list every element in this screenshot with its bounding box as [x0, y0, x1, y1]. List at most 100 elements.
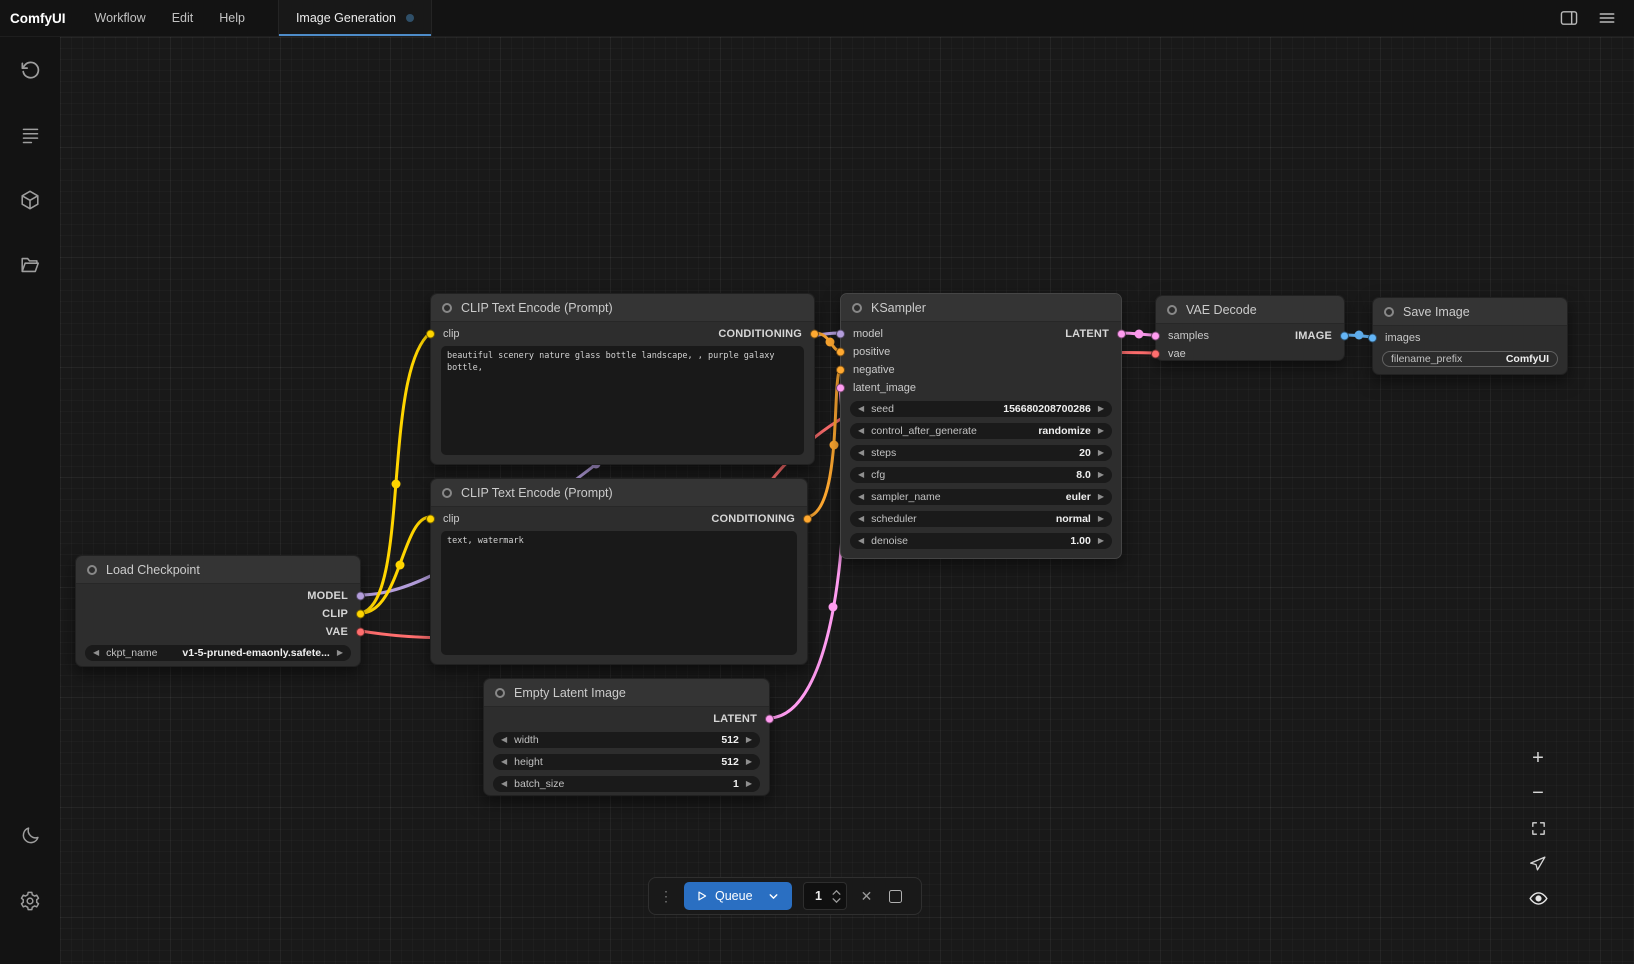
decrement-arrow-icon[interactable]: ◀: [858, 515, 864, 523]
negative-input-port[interactable]: [836, 366, 845, 375]
settings-gear-icon[interactable]: [17, 888, 43, 914]
positive-prompt-textarea[interactable]: beautiful scenery nature glass bottle la…: [441, 346, 804, 455]
vae-output-port[interactable]: [356, 628, 365, 637]
workflows-folder-icon[interactable]: [17, 252, 43, 278]
seed-widget[interactable]: ◀ seed 156680208700286 ▶: [850, 401, 1112, 417]
toggle-panel-icon[interactable]: [1560, 10, 1578, 26]
batch-size-widget[interactable]: ◀ batch_size 1 ▶: [493, 776, 760, 792]
decrement-arrow-icon[interactable]: ◀: [858, 449, 864, 457]
queue-list-icon[interactable]: [17, 122, 43, 148]
node-header[interactable]: Empty Latent Image: [484, 679, 769, 707]
steps-widget[interactable]: ◀ steps 20 ▶: [850, 445, 1112, 461]
node-header[interactable]: Load Checkpoint: [76, 556, 360, 584]
node-header[interactable]: KSampler: [841, 294, 1121, 322]
increment-arrow-icon[interactable]: ▶: [746, 780, 752, 788]
clip-input-port[interactable]: [426, 330, 435, 339]
latent-output-port[interactable]: [765, 715, 774, 724]
fit-view-button[interactable]: [1526, 816, 1550, 840]
increment-arrow-icon[interactable]: ▶: [1098, 537, 1104, 545]
increment-arrow-icon[interactable]: ▶: [1098, 427, 1104, 435]
node-load-checkpoint[interactable]: Load Checkpoint MODEL CLIP VAE ◀ ckpt_na…: [75, 555, 361, 667]
model-input-port[interactable]: [836, 330, 845, 339]
collapse-dot[interactable]: [442, 488, 452, 498]
drag-handle-icon[interactable]: ⋮: [659, 889, 673, 903]
select-mode-button[interactable]: [1526, 851, 1550, 875]
increment-arrow-icon[interactable]: ▶: [1098, 471, 1104, 479]
stepper-up-icon[interactable]: [832, 890, 841, 895]
model-output-port[interactable]: [356, 592, 365, 601]
model-library-cube-icon[interactable]: [17, 187, 43, 213]
zoom-out-button[interactable]: −: [1526, 781, 1550, 805]
node-header[interactable]: CLIP Text Encode (Prompt): [431, 479, 807, 507]
decrement-arrow-icon[interactable]: ◀: [501, 758, 507, 766]
latent-output-port[interactable]: [1117, 330, 1126, 339]
history-icon[interactable]: [17, 57, 43, 83]
collapse-dot[interactable]: [852, 303, 862, 313]
tab-image-generation[interactable]: Image Generation: [278, 0, 432, 36]
positive-input-port[interactable]: [836, 348, 845, 357]
conditioning-output-port[interactable]: [803, 515, 812, 524]
decrement-arrow-icon[interactable]: ◀: [501, 780, 507, 788]
menu-help[interactable]: Help: [206, 0, 258, 36]
decrement-arrow-icon[interactable]: ◀: [858, 471, 864, 479]
node-graph-canvas[interactable]: Load Checkpoint MODEL CLIP VAE ◀ ckpt_na…: [60, 37, 1634, 964]
increment-arrow-icon[interactable]: ▶: [1098, 405, 1104, 413]
zoom-in-button[interactable]: +: [1526, 746, 1550, 770]
stepper-down-icon[interactable]: [832, 898, 841, 903]
collapse-dot[interactable]: [495, 688, 505, 698]
vae-input-port[interactable]: [1151, 350, 1160, 359]
node-header[interactable]: CLIP Text Encode (Prompt): [431, 294, 814, 322]
batch-count-input[interactable]: 1: [803, 882, 847, 910]
node-empty-latent-image[interactable]: Empty Latent Image LATENT ◀ width 512 ▶ …: [483, 678, 770, 796]
decrement-arrow-icon[interactable]: ◀: [501, 736, 507, 744]
hamburger-menu-icon[interactable]: [1598, 10, 1616, 26]
latent-image-input-port[interactable]: [836, 384, 845, 393]
node-header[interactable]: Save Image: [1373, 298, 1567, 326]
negative-prompt-textarea[interactable]: text, watermark: [441, 531, 797, 655]
cfg-widget[interactable]: ◀ cfg 8.0 ▶: [850, 467, 1112, 483]
theme-moon-icon[interactable]: [17, 822, 43, 848]
collapse-dot[interactable]: [1167, 305, 1177, 315]
decrement-arrow-icon[interactable]: ◀: [858, 427, 864, 435]
count-stepper[interactable]: [832, 890, 841, 903]
increment-arrow-icon[interactable]: ▶: [746, 736, 752, 744]
increment-arrow-icon[interactable]: ▶: [1098, 515, 1104, 523]
image-output-port[interactable]: [1340, 332, 1349, 341]
control-after-generate-widget[interactable]: ◀ control_after_generate randomize ▶: [850, 423, 1112, 439]
node-ksampler[interactable]: KSampler model LATENT positive negative …: [840, 293, 1122, 559]
ckpt-name-widget[interactable]: ◀ ckpt_name v1-5-pruned-emaonly.safete..…: [85, 645, 351, 661]
denoise-widget[interactable]: ◀ denoise 1.00 ▶: [850, 533, 1112, 549]
scheduler-widget[interactable]: ◀ scheduler normal ▶: [850, 511, 1112, 527]
menu-edit[interactable]: Edit: [159, 0, 207, 36]
clear-queue-button[interactable]: ✕: [858, 887, 876, 905]
node-header[interactable]: VAE Decode: [1156, 296, 1344, 324]
queue-dropdown-chevron-icon[interactable]: [767, 890, 780, 903]
node-clip-text-encode-negative[interactable]: CLIP Text Encode (Prompt) clip CONDITION…: [430, 478, 808, 665]
decrement-arrow-icon[interactable]: ◀: [93, 649, 99, 657]
decrement-arrow-icon[interactable]: ◀: [858, 493, 864, 501]
queue-button[interactable]: Queue: [684, 882, 792, 910]
interrupt-button[interactable]: [887, 887, 905, 905]
collapse-dot[interactable]: [87, 565, 97, 575]
collapse-dot[interactable]: [442, 303, 452, 313]
decrement-arrow-icon[interactable]: ◀: [858, 537, 864, 545]
height-widget[interactable]: ◀ height 512 ▶: [493, 754, 760, 770]
decrement-arrow-icon[interactable]: ◀: [858, 405, 864, 413]
increment-arrow-icon[interactable]: ▶: [1098, 449, 1104, 457]
increment-arrow-icon[interactable]: ▶: [337, 649, 343, 657]
menu-workflow[interactable]: Workflow: [82, 0, 159, 36]
width-widget[interactable]: ◀ width 512 ▶: [493, 732, 760, 748]
clip-output-port[interactable]: [356, 610, 365, 619]
app-logo[interactable]: ComfyUI: [0, 0, 82, 36]
filename-prefix-widget[interactable]: filename_prefix ComfyUI: [1382, 351, 1558, 367]
collapse-dot[interactable]: [1384, 307, 1394, 317]
images-input-port[interactable]: [1368, 334, 1377, 343]
samples-input-port[interactable]: [1151, 332, 1160, 341]
conditioning-output-port[interactable]: [810, 330, 819, 339]
increment-arrow-icon[interactable]: ▶: [746, 758, 752, 766]
increment-arrow-icon[interactable]: ▶: [1098, 493, 1104, 501]
node-vae-decode[interactable]: VAE Decode samples IMAGE vae: [1155, 295, 1345, 361]
clip-input-port[interactable]: [426, 515, 435, 524]
sampler-name-widget[interactable]: ◀ sampler_name euler ▶: [850, 489, 1112, 505]
node-clip-text-encode-positive[interactable]: CLIP Text Encode (Prompt) clip CONDITION…: [430, 293, 815, 465]
